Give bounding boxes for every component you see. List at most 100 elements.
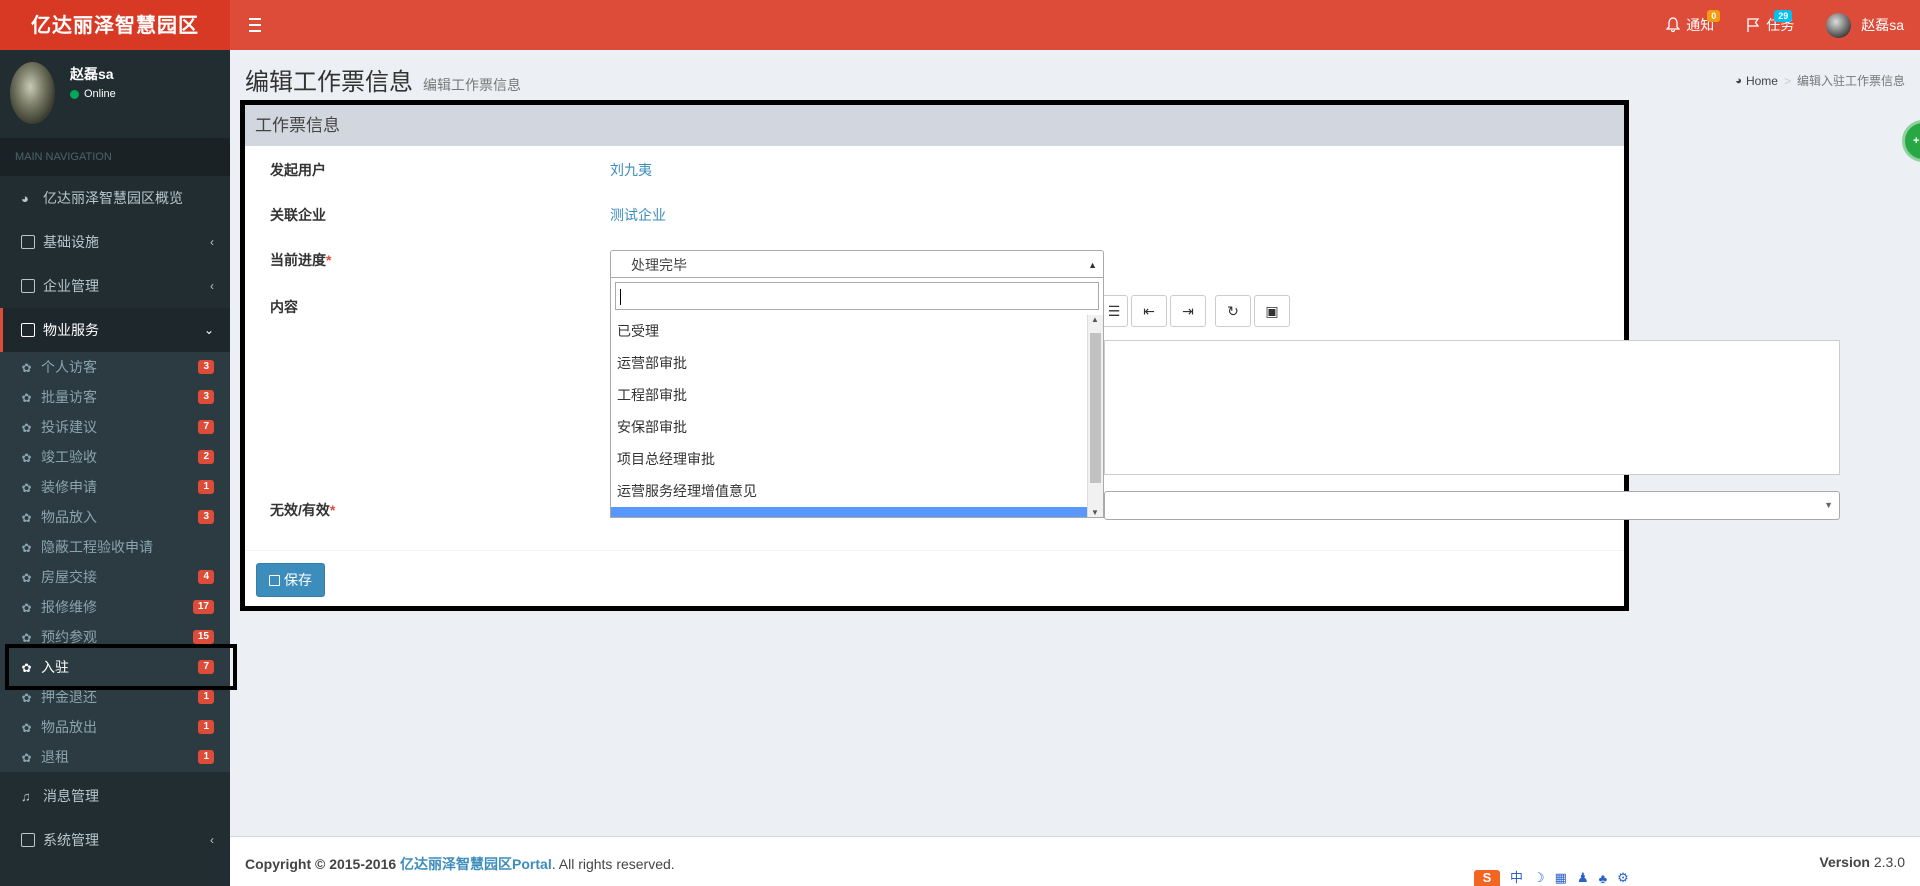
copyright-prefix: Copyright © 2015-2016	[245, 856, 401, 872]
sidebar-item-label: 物业服务	[43, 322, 99, 338]
scrollbar-thumb[interactable]	[1090, 333, 1101, 483]
indent-icon[interactable]: ⇥	[1170, 295, 1206, 327]
count-badge: 4	[198, 570, 214, 584]
sidebar-item-label: 亿达丽泽智慧园区概览	[43, 190, 183, 206]
ime-mic-icon[interactable]: ♟	[1577, 870, 1589, 886]
sidebar-subitem-move-in[interactable]: ✿ 入驻 7	[0, 652, 230, 682]
sidebar-subitem-visit-booking[interactable]: ✿ 预约参观 15	[0, 622, 230, 652]
company-value-link[interactable]: 测试企业	[610, 205, 666, 225]
sidebar-subitem-renovation[interactable]: ✿ 装修申请 1	[0, 472, 230, 502]
sidebar-subitem-deposit-refund[interactable]: ✿ 押金退还 1	[0, 682, 230, 712]
ime-toolbar[interactable]: S 中 ☽ ▦ ♟ ♣ ⚙	[1474, 870, 1629, 886]
count-badge: 1	[198, 690, 214, 704]
ime-shirt-icon[interactable]: ♣	[1599, 871, 1608, 886]
sidebar-item-messages[interactable]: ♫ 消息管理	[0, 774, 230, 818]
ime-logo-icon[interactable]: S	[1474, 870, 1500, 886]
sidebar-subitem-label: 物品放入	[41, 509, 97, 525]
sidebar-subitem-lease-termination[interactable]: ✿ 退租 1	[0, 742, 230, 772]
redo-icon[interactable]: ↻	[1215, 295, 1251, 327]
gear-icon: ✿	[21, 691, 32, 705]
sidebar-subitem-complaints[interactable]: ✿ 投诉建议 7	[0, 412, 230, 442]
ime-lang-icon[interactable]: 中	[1510, 867, 1523, 886]
dropdown-option[interactable]: 安保部审批	[611, 411, 1087, 443]
caret-up-icon: ▲	[1088, 260, 1097, 270]
nav-header: MAIN NAVIGATION	[0, 138, 230, 176]
sidebar-item-property-service[interactable]: 物业服务 ⌄	[0, 308, 230, 352]
sidebar-subitem-hidden-works[interactable]: ✿ 隐蔽工程验收申请	[0, 532, 230, 562]
sidebar-subitem-label: 隐蔽工程验收申请	[41, 539, 153, 555]
breadcrumb: ◕ Home > 编辑入驻工作票信息	[1735, 72, 1905, 89]
save-button[interactable]: 保存	[256, 563, 325, 597]
save-icon	[269, 574, 280, 586]
progress-select[interactable]: 处理完毕 ▲	[610, 250, 1104, 278]
tasks-menu[interactable]: 任务 29	[1730, 0, 1810, 50]
dropdown-option[interactable]: 项目总经理审批	[611, 443, 1087, 475]
image-icon[interactable]: ▣	[1254, 295, 1290, 327]
sidebar-item-infrastructure[interactable]: 基础设施 ‹	[0, 220, 230, 264]
sidebar-subitem-goods-out[interactable]: ✿ 物品放出 1	[0, 712, 230, 742]
gear-icon: ✿	[21, 421, 32, 435]
sidebar-item-system[interactable]: 系统管理 ‹	[0, 818, 230, 862]
gear-icon: ✿	[21, 541, 32, 555]
dropdown-search-input[interactable]	[615, 282, 1099, 310]
dropdown-option-highlighted[interactable]	[611, 507, 1087, 517]
ime-moon-icon[interactable]: ☽	[1533, 870, 1545, 886]
version-label: Version	[1819, 854, 1870, 870]
sidebar-subitem-label: 房屋交接	[41, 569, 97, 585]
notifications-menu[interactable]: 通知 0	[1650, 0, 1730, 50]
copy-icon	[21, 833, 35, 847]
sidebar-subitem-label: 入驻	[41, 659, 69, 675]
sidebar-subitem-handover[interactable]: ✿ 房屋交接 4	[0, 562, 230, 592]
ime-keyboard-icon[interactable]: ▦	[1555, 870, 1567, 886]
sidebar-subitem-goods-in[interactable]: ✿ 物品放入 3	[0, 502, 230, 532]
dropdown-scrollbar[interactable]: ▲ ▼	[1087, 315, 1103, 517]
count-badge: 17	[192, 600, 214, 614]
dropdown-option[interactable]: 运营服务经理增值意见	[611, 475, 1087, 507]
sidebar-item-label: 企业管理	[43, 278, 99, 294]
bell-icon: ♫	[21, 789, 31, 804]
chevron-down-icon: ⌄	[203, 323, 214, 337]
content-label: 内容	[270, 299, 298, 315]
required-marker: *	[329, 502, 336, 518]
count-badge: 2	[198, 450, 214, 464]
portal-link[interactable]: 亿达丽泽智慧园区Portal	[400, 856, 552, 872]
gear-icon: ✿	[21, 571, 32, 585]
chevron-left-icon: ‹	[210, 235, 214, 249]
gear-icon: ✿	[21, 721, 32, 735]
progress-dropdown: 已受理 运营部审批 工程部审批 安保部审批 项目总经理审批 运营服务经理增值意见…	[610, 278, 1104, 518]
dropdown-options-list: 已受理 运营部审批 工程部审批 安保部审批 项目总经理审批 运营服务经理增值意见	[611, 315, 1087, 517]
sidebar-subitem-batch-visitor[interactable]: ✿ 批量访客 3	[0, 382, 230, 412]
sidebar-subitem-label: 竣工验收	[41, 449, 97, 465]
floating-action-button[interactable]: +5	[1902, 120, 1920, 162]
flag-icon	[1746, 17, 1762, 33]
scroll-up-icon[interactable]: ▲	[1091, 315, 1099, 324]
outdent-icon[interactable]: ⇤	[1131, 295, 1167, 327]
dropdown-option[interactable]: 已受理	[611, 315, 1087, 347]
dropdown-option[interactable]: 运营部审批	[611, 347, 1087, 379]
required-marker: *	[326, 252, 332, 268]
gear-icon: ✿	[21, 451, 32, 465]
brand-logo[interactable]: 亿达丽泽智慧园区	[0, 0, 230, 50]
dashboard-icon: ◕	[1735, 74, 1742, 87]
chevron-left-icon: ‹	[210, 279, 214, 293]
dropdown-option[interactable]: 工程部审批	[611, 379, 1087, 411]
navbar-right: 通知 0 任务 29 赵磊sa	[1650, 0, 1920, 50]
list-icon[interactable]: ☰	[1100, 295, 1128, 327]
initiator-value-link[interactable]: 刘九夷	[610, 160, 652, 180]
valid-select[interactable]: ▼	[1104, 491, 1840, 520]
sidebar-toggle-icon[interactable]	[244, 14, 266, 36]
chevron-left-icon: ‹	[210, 833, 214, 847]
scroll-down-icon[interactable]: ▼	[1091, 508, 1099, 517]
content-editor[interactable]	[1104, 340, 1840, 475]
count-badge: 1	[198, 750, 214, 764]
gear-icon: ✿	[21, 601, 32, 615]
ime-settings-icon[interactable]: ⚙	[1617, 870, 1629, 886]
sidebar-subitem-label: 押金退还	[41, 689, 97, 705]
user-menu[interactable]: 赵磊sa	[1810, 0, 1920, 50]
sidebar-subitem-repair[interactable]: ✿ 报修维修 17	[0, 592, 230, 622]
sidebar-item-enterprise[interactable]: 企业管理 ‹	[0, 264, 230, 308]
sidebar-subitem-personal-visitor[interactable]: ✿ 个人访客 3	[0, 352, 230, 382]
breadcrumb-home-link[interactable]: Home	[1746, 74, 1778, 88]
sidebar-subitem-completion-acceptance[interactable]: ✿ 竣工验收 2	[0, 442, 230, 472]
sidebar-item-overview[interactable]: ◕ 亿达丽泽智慧园区概览	[0, 176, 230, 220]
